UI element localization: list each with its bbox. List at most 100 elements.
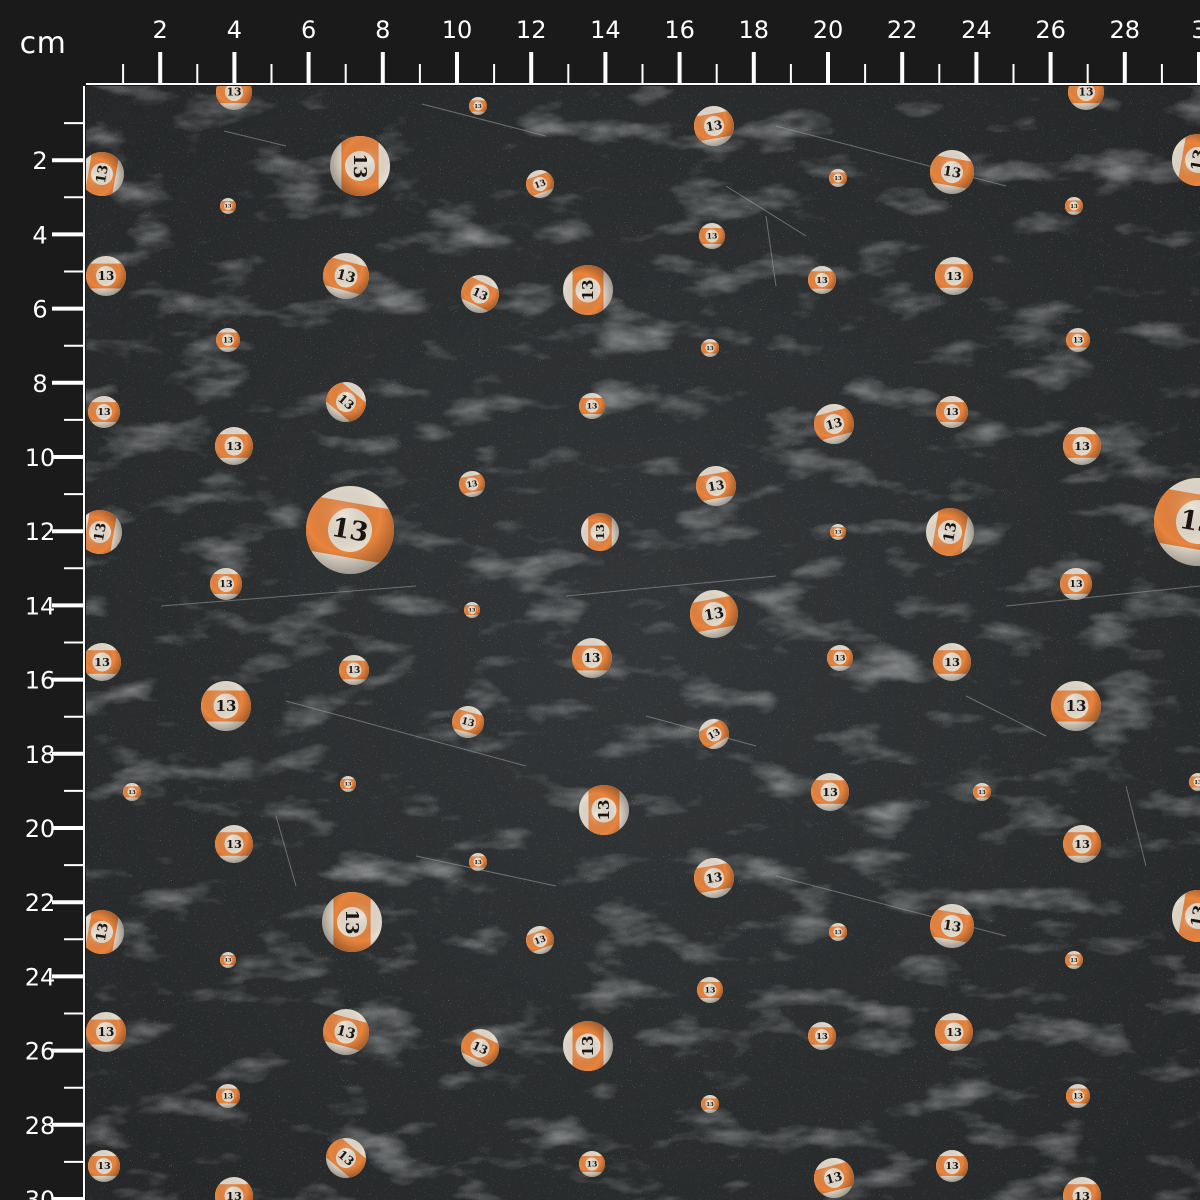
ball-number: 13	[835, 654, 846, 663]
ruler-top-label: 14	[590, 16, 621, 44]
ball-number: 13	[469, 608, 476, 614]
billiard-ball-13: 13	[572, 638, 612, 678]
billiard-ball-13: 13	[701, 1095, 719, 1113]
ball-number: 13	[579, 280, 597, 301]
ball-number: 13	[703, 604, 726, 624]
ruler-left-label: 2	[32, 147, 47, 175]
ball-number: 13	[94, 655, 110, 669]
ball-number: 13	[345, 782, 352, 788]
ruler-left-label: 18	[25, 741, 56, 769]
ball-number: 13	[1073, 335, 1083, 344]
ball-number: 13	[226, 1189, 242, 1200]
billiard-ball-13: 13	[808, 1022, 836, 1050]
ball-number: 13	[705, 870, 724, 887]
ruler-top-label: 6	[301, 16, 316, 44]
ball-number: 13	[329, 512, 371, 549]
ruler-top-label: 10	[442, 16, 473, 44]
billiard-ball-13: 13	[1066, 328, 1090, 352]
ruler-left-label: 6	[32, 296, 47, 324]
ball-number: 13	[940, 521, 960, 544]
ball-number: 13	[945, 1161, 959, 1172]
billiard-ball-13: 13	[339, 655, 369, 685]
billiard-ball-13: 13	[220, 952, 236, 968]
ball-number: 13	[1074, 439, 1090, 453]
ball-number: 13	[223, 335, 233, 344]
billiard-ball-13: 13	[1066, 1084, 1090, 1108]
ruler-left-label: 8	[32, 370, 47, 398]
ball-number: 13	[226, 86, 241, 99]
ruler-top-label: 20	[813, 16, 844, 44]
billiard-ball-13: 13	[936, 396, 968, 428]
billiard-ball-13: 13	[1051, 681, 1101, 731]
ruler-left-label: 4	[32, 221, 47, 249]
ball-number: 13	[1066, 697, 1087, 715]
unit-label: cm	[0, 0, 86, 86]
billiard-ball-13: 13	[210, 568, 242, 600]
billiard-ball-13: 13	[563, 265, 613, 315]
ball-number: 13	[98, 269, 115, 283]
ball-number: 13	[942, 164, 963, 182]
billiard-ball-13: 13	[1065, 951, 1083, 969]
ruler-top-label: 8	[375, 16, 390, 44]
billiard-ball-13: 13	[1065, 197, 1083, 215]
ball-number: 13	[92, 522, 110, 543]
ball-number: 13	[706, 346, 714, 352]
ball-number: 13	[707, 232, 718, 241]
ball-number: 13	[225, 204, 232, 210]
billiard-ball-13: 13	[86, 1012, 126, 1052]
ball-number: 13	[97, 1161, 111, 1172]
ruler-left-label: 26	[25, 1038, 56, 1066]
billiard-ball-13: 13	[830, 524, 846, 540]
ball-number: 13	[94, 922, 112, 943]
ball-number: 13	[816, 275, 828, 285]
ball-number: 13	[1073, 1091, 1083, 1100]
billiard-ball-13: 13	[563, 1021, 613, 1071]
ruler-left-label: 30	[25, 1186, 56, 1200]
billiard-ball-13: 13	[215, 427, 253, 465]
billiard-ball-13: 13	[811, 773, 849, 811]
ball-number: 13	[705, 986, 716, 995]
ball-number: 13	[474, 860, 482, 866]
ball-number: 13	[587, 1160, 598, 1169]
ball-number: 13	[946, 269, 962, 283]
ball-number: 13	[219, 579, 233, 590]
ruler-left-label: 10	[25, 444, 56, 472]
ball-number: 13	[834, 930, 842, 936]
ball-number: 13	[593, 524, 607, 540]
ball-number: 13	[835, 530, 842, 536]
ruler-left-scale: 24681012141618202224262830	[25, 86, 85, 1200]
ball-number: 13	[579, 1036, 597, 1057]
billiard-ball-13: 13	[216, 1084, 240, 1108]
billiard-ball-13: 13	[935, 257, 973, 295]
ball-number: 13	[584, 651, 601, 665]
ruler-left-label: 20	[25, 815, 56, 843]
ball-number: 13	[834, 176, 842, 182]
billiard-ball-13: 13	[579, 785, 629, 835]
ruler-left-label: 24	[25, 963, 56, 991]
billiard-ball-13: 13	[701, 339, 719, 357]
ball-number: 13	[1194, 780, 1200, 786]
ball-number: 13	[226, 439, 242, 453]
ruler-top-label: 4	[227, 16, 242, 44]
ball-number: 13	[946, 1025, 962, 1039]
billiard-ball-13: 13	[579, 393, 605, 419]
ball-number: 13	[466, 479, 478, 490]
billiard-ball-13: 13	[699, 223, 725, 249]
ball-number: 13	[707, 478, 726, 495]
billiard-ball-13: 13	[1063, 427, 1101, 465]
billiard-ball-13: 13	[1063, 825, 1101, 863]
ball-number: 13	[225, 958, 232, 964]
ball-number: 13	[1069, 579, 1083, 590]
ball-number: 13	[223, 1091, 233, 1100]
ruler-top-label: 3	[1191, 16, 1200, 44]
ball-number: 13	[978, 790, 986, 796]
billiard-ball-13: 13	[220, 198, 236, 214]
billiard-ball-13: 13	[1060, 568, 1092, 600]
billiard-ball-13: 13	[86, 256, 126, 296]
ball-number: 13	[128, 790, 136, 796]
ruler-left-label: 16	[25, 667, 56, 695]
ball-number: 13	[1074, 837, 1090, 851]
ruler-left-label: 12	[25, 518, 56, 546]
ball-number: 13	[226, 837, 242, 851]
billiard-ball-13: 13	[322, 892, 382, 952]
